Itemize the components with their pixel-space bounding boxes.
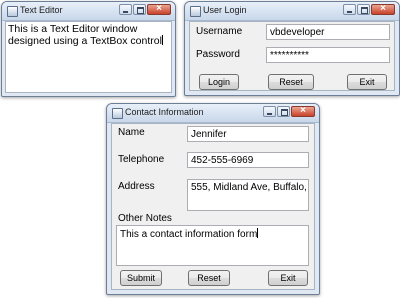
app-window-icon xyxy=(190,6,201,17)
maximize-icon xyxy=(137,7,144,14)
close-icon: × xyxy=(300,105,306,116)
reset-button[interactable]: Reset xyxy=(188,270,230,286)
exit-button[interactable]: Exit xyxy=(268,270,308,286)
minimize-icon xyxy=(267,113,272,115)
maximize-icon xyxy=(361,7,368,14)
telephone-field[interactable]: 452-555-6969 xyxy=(187,152,309,168)
text-editor-body: This is a Text Editor window designed us… xyxy=(5,21,172,93)
minimize-button[interactable] xyxy=(263,106,276,117)
text-editor-window: Text Editor × This is a Text Editor wind… xyxy=(1,1,176,97)
username-value: vbdeveloper xyxy=(270,27,325,38)
app-window-icon xyxy=(112,108,123,119)
app-window-icon xyxy=(7,6,18,17)
editor-textbox[interactable]: This is a Text Editor window designed us… xyxy=(6,22,171,92)
name-value: Jennifer xyxy=(191,129,227,140)
close-button[interactable]: × xyxy=(371,3,395,15)
contact-information-body: Name Jennifer Telephone 452-555-6969 Add… xyxy=(111,123,315,290)
window-title: Text Editor xyxy=(20,5,63,15)
close-button[interactable]: × xyxy=(291,105,315,117)
reset-button[interactable]: Reset xyxy=(268,74,314,90)
other-notes-value: This a contact information form xyxy=(120,229,258,240)
minimize-icon xyxy=(123,11,128,13)
telephone-label: Telephone xyxy=(118,154,165,165)
password-field[interactable]: ********** xyxy=(266,47,390,63)
username-field[interactable]: vbdeveloper xyxy=(266,24,390,40)
close-icon: × xyxy=(380,3,386,14)
login-button[interactable]: Login xyxy=(199,74,239,90)
submit-button[interactable]: Submit xyxy=(120,270,162,286)
text-caret xyxy=(257,228,259,238)
text-editor-titlebar[interactable]: Text Editor × xyxy=(2,2,175,21)
other-notes-field[interactable]: This a contact information form xyxy=(116,225,309,266)
password-value: ********** xyxy=(270,50,309,61)
address-value: 555, Midland Ave, Buffalo, NY xyxy=(191,182,308,193)
window-title: User Login xyxy=(203,5,247,15)
minimize-button[interactable] xyxy=(343,4,356,15)
window-title: Contact Information xyxy=(125,107,204,117)
other-notes-label: Other Notes xyxy=(118,213,172,224)
user-login-body: Username vbdeveloper Password **********… xyxy=(189,21,395,91)
user-login-titlebar[interactable]: User Login × xyxy=(185,2,399,21)
editor-text: This is a Text Editor window designed us… xyxy=(8,23,162,47)
maximize-button[interactable] xyxy=(133,4,146,15)
close-button[interactable]: × xyxy=(147,3,171,15)
maximize-button[interactable] xyxy=(277,106,290,117)
minimize-icon xyxy=(347,11,352,13)
address-label: Address xyxy=(118,181,155,192)
password-label: Password xyxy=(196,49,240,60)
text-caret xyxy=(161,35,163,45)
address-field[interactable]: 555, Midland Ave, Buffalo, NY xyxy=(187,179,309,211)
name-label: Name xyxy=(118,127,145,138)
telephone-value: 452-555-6969 xyxy=(191,155,254,166)
name-field[interactable]: Jennifer xyxy=(187,126,309,142)
maximize-button[interactable] xyxy=(357,4,370,15)
minimize-button[interactable] xyxy=(119,4,132,15)
user-login-window: User Login × Username vbdeveloper Passwo… xyxy=(184,1,400,96)
username-label: Username xyxy=(196,26,243,37)
contact-information-titlebar[interactable]: Contact Information × xyxy=(107,104,319,123)
maximize-icon xyxy=(281,109,288,116)
exit-button[interactable]: Exit xyxy=(347,74,387,90)
contact-information-window: Contact Information × Name Jennifer Tele… xyxy=(106,103,320,295)
close-icon: × xyxy=(156,3,162,14)
